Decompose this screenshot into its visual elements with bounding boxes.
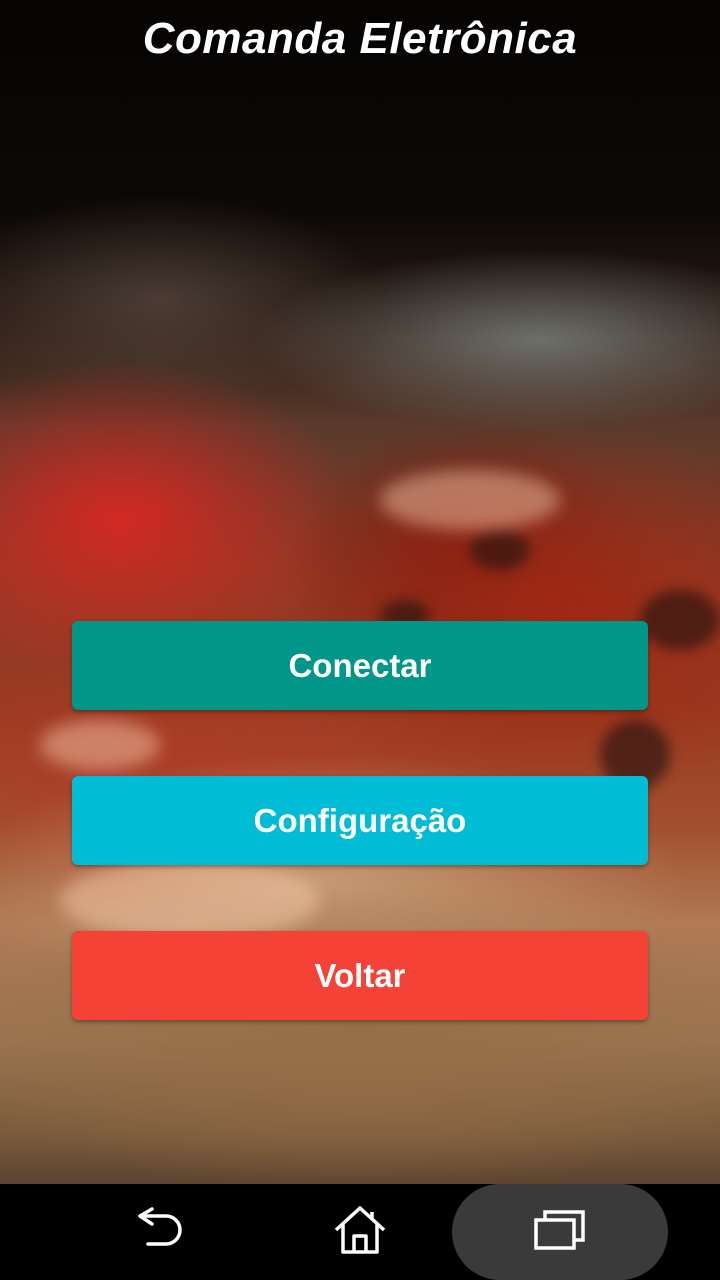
- app-title: Comanda Eletrônica: [142, 14, 578, 63]
- nav-recent-apps-button[interactable]: [452, 1184, 668, 1280]
- nav-home-button[interactable]: [300, 1184, 420, 1280]
- system-navigation-bar: [0, 1184, 720, 1280]
- nav-back-button[interactable]: [100, 1184, 220, 1280]
- back-arrow-icon: [134, 1206, 186, 1259]
- home-icon: [332, 1204, 388, 1261]
- app-screen: Comanda Eletrônica Conectar Configuração…: [0, 0, 720, 1280]
- recent-apps-icon: [533, 1208, 587, 1257]
- configuration-button[interactable]: Configuração: [72, 776, 648, 865]
- back-button[interactable]: Voltar: [72, 931, 648, 1020]
- connect-button[interactable]: Conectar: [72, 621, 648, 710]
